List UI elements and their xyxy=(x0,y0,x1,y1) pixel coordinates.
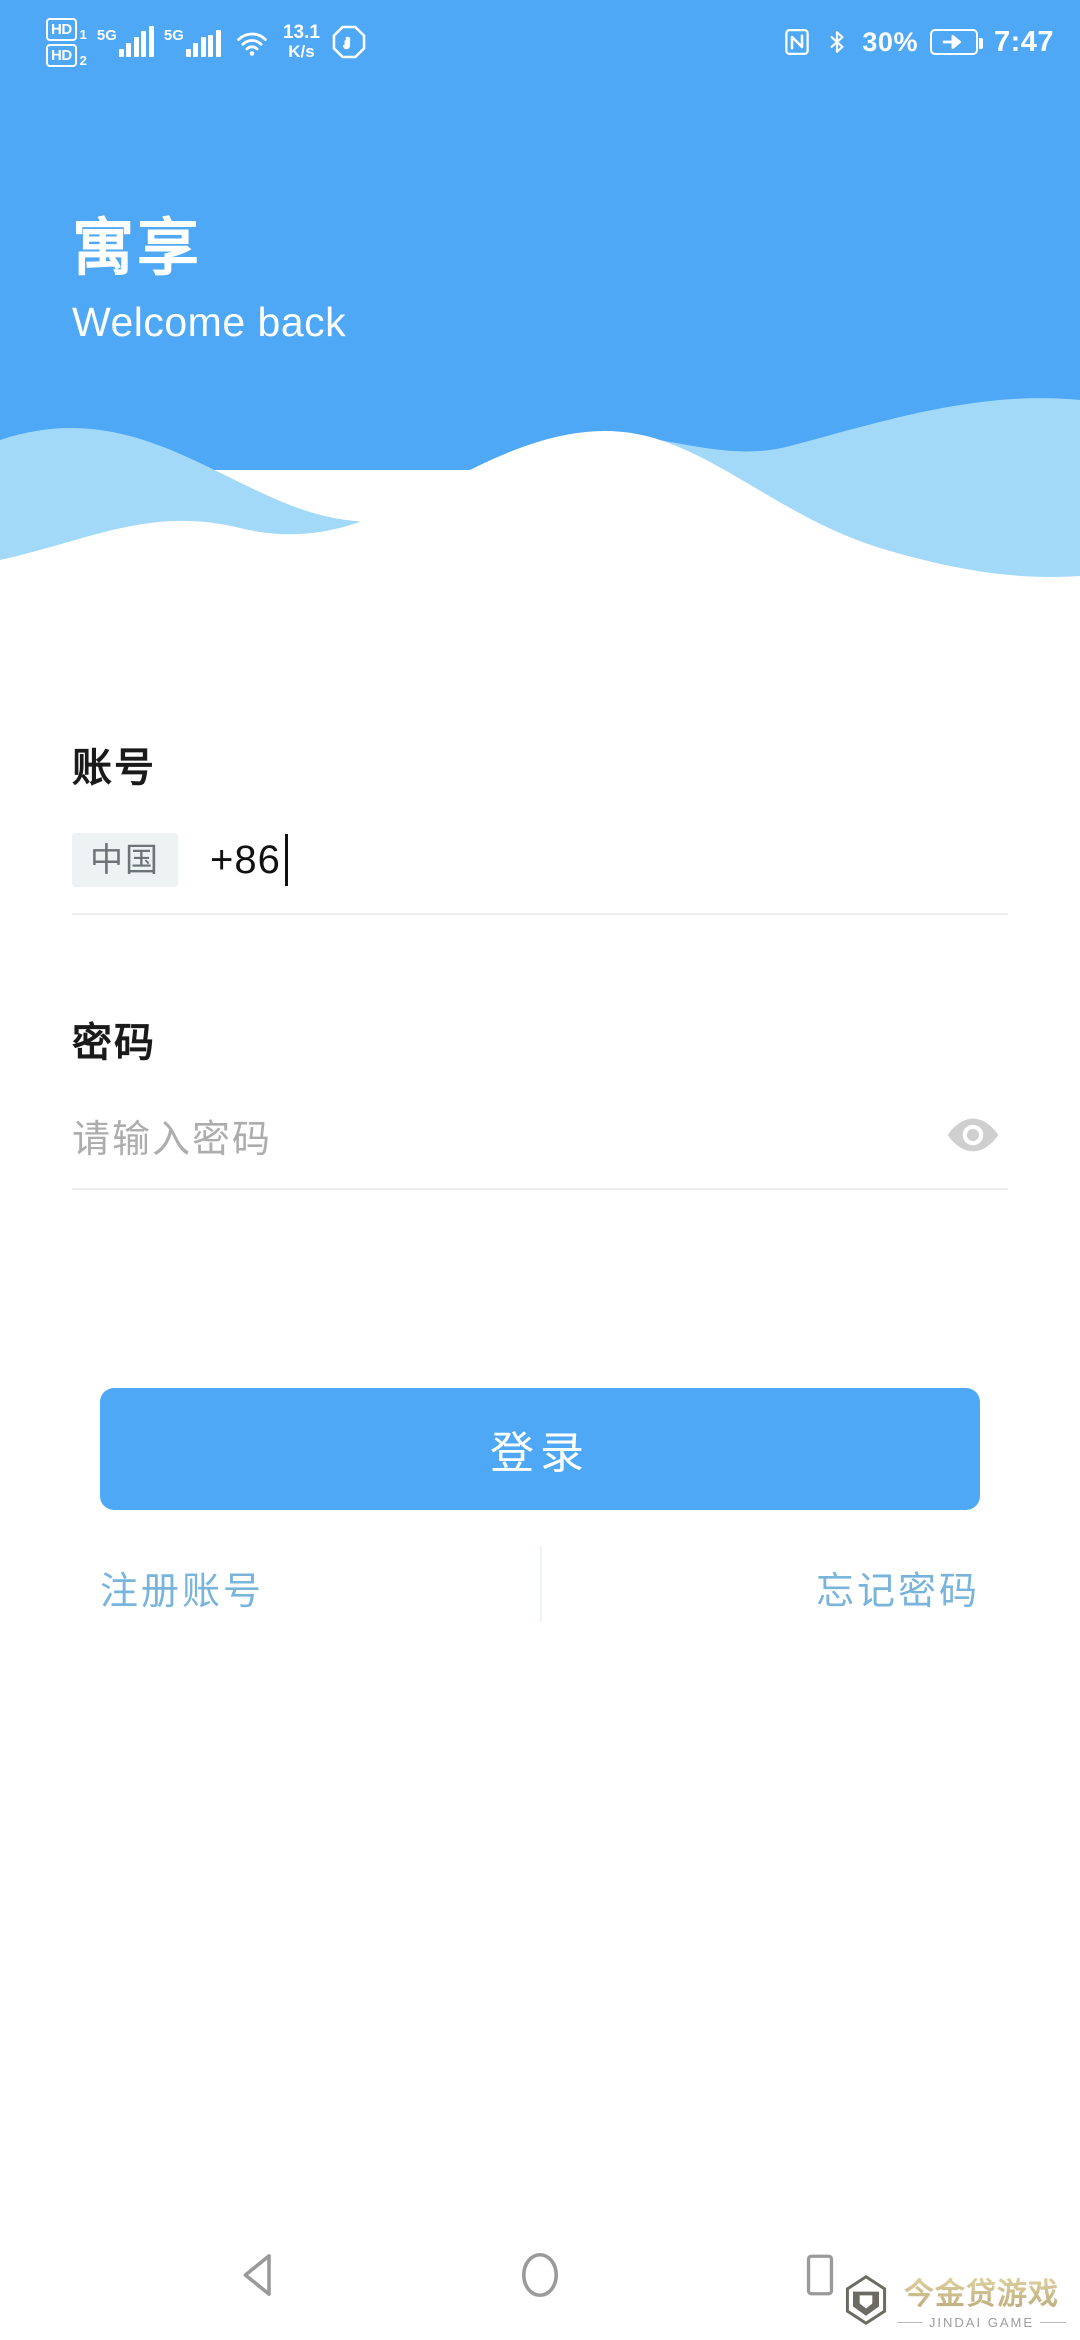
status-bar-left: HD 1 HD 2 5G 5G 13.1 K/s xyxy=(46,17,368,68)
jindai-logo-icon xyxy=(845,2274,886,2325)
welcome-subtitle: Welcome back xyxy=(72,299,347,346)
network-type-label: 5G xyxy=(96,27,117,44)
sim-number: 2 xyxy=(79,52,87,68)
signal-sim-1: 5G xyxy=(96,26,154,57)
account-underline xyxy=(72,913,1008,915)
app-title: 寓享 xyxy=(72,214,203,283)
home-circle-icon xyxy=(522,2252,558,2298)
phone-input-value: +86 xyxy=(210,837,281,882)
charging-bolt-icon xyxy=(942,35,961,49)
password-field-group: 密码 请输入密码 xyxy=(72,1010,1008,1190)
hero-header: HD 1 HD 2 5G 5G 13.1 K/s 30% 7:47 寓享 Wel… xyxy=(0,0,1080,600)
password-label: 密码 xyxy=(72,1021,156,1065)
network-speed-value: 13.1 xyxy=(282,22,320,44)
links-divider xyxy=(540,1545,542,1623)
password-underline xyxy=(72,1188,1008,1190)
recents-square-icon xyxy=(806,2254,834,2296)
hd-sim-2: HD 2 xyxy=(46,43,87,68)
country-selector[interactable]: 中国 xyxy=(72,833,178,887)
sim-number: 1 xyxy=(79,26,87,42)
hd-badge: HD xyxy=(46,17,77,41)
eye-icon xyxy=(947,1118,999,1152)
watermark-en: JINDAI GAME xyxy=(897,2315,1066,2330)
password-input[interactable]: 请输入密码 xyxy=(72,1108,938,1163)
signal-bars-icon xyxy=(118,26,154,57)
signal-bars-icon xyxy=(185,27,221,57)
password-input-row[interactable]: 请输入密码 xyxy=(72,1096,1008,1174)
wifi-icon xyxy=(237,32,267,56)
login-screen: HD 1 HD 2 5G 5G 13.1 K/s 30% 7:47 寓享 Wel… xyxy=(0,0,1080,2340)
status-bar: HD 1 HD 2 5G 5G 13.1 K/s 30% 7:47 xyxy=(0,0,1080,84)
network-speed: 13.1 K/s xyxy=(283,23,320,61)
battery-charging-icon xyxy=(929,29,983,55)
register-link[interactable]: 注册账号 xyxy=(100,1560,264,1615)
signal-sim-2: 5G xyxy=(164,27,221,57)
volte-hd-indicators: HD 1 HD 2 xyxy=(46,17,87,68)
forgot-password-link[interactable]: 忘记密码 xyxy=(816,1560,980,1615)
network-speed-unit: K/s xyxy=(288,42,315,62)
nav-back-button[interactable] xyxy=(215,2230,305,2320)
hd-badge: HD xyxy=(46,43,77,67)
bluetooth-icon xyxy=(830,31,844,53)
text-cursor xyxy=(284,834,288,886)
watermark-text: 今金贷游戏 JINDAI GAME xyxy=(897,2269,1066,2330)
nav-home-button[interactable] xyxy=(495,2230,585,2320)
password-visibility-toggle[interactable] xyxy=(938,1100,1008,1170)
network-type-label: 5G xyxy=(163,27,184,44)
battery-percent: 30% xyxy=(862,26,918,57)
status-bar-right: 30% 7:47 xyxy=(782,25,1054,59)
account-input-row[interactable]: 中国 +86 xyxy=(72,821,1008,899)
watermark: 今金贷游戏 JINDAI GAME xyxy=(843,2269,1066,2330)
account-field-group: 账号 中国 +86 xyxy=(72,735,1008,915)
account-label: 账号 xyxy=(72,746,156,790)
phone-input[interactable]: +86 xyxy=(210,834,288,886)
clock: 7:47 xyxy=(993,25,1054,58)
watermark-cn: 今金贷游戏 xyxy=(904,2269,1059,2313)
hero-text: 寓享 Welcome back xyxy=(72,214,347,346)
login-button[interactable]: 登录 xyxy=(100,1388,980,1510)
login-form: 账号 中国 +86 密码 请输入密码 xyxy=(0,735,1080,1190)
back-triangle-icon xyxy=(243,2254,271,2296)
do-not-disturb-icon xyxy=(332,25,366,59)
nfc-icon xyxy=(785,29,810,55)
hd-sim-1: HD 1 xyxy=(46,17,87,42)
